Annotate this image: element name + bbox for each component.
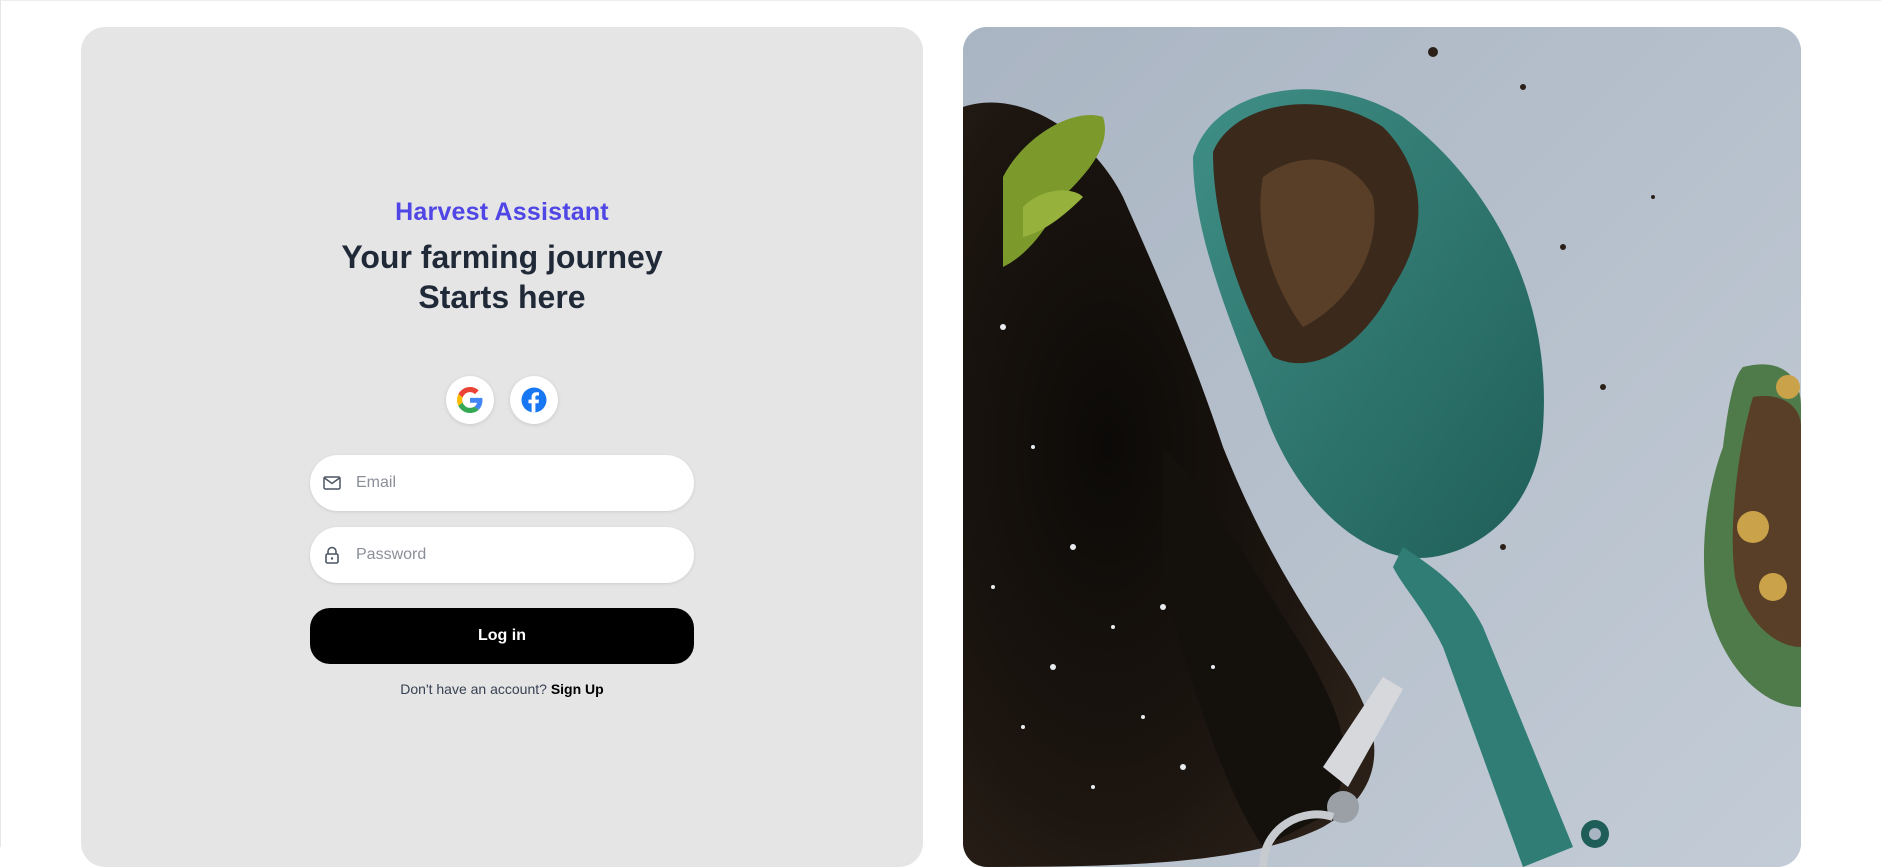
- signup-prompt-text: Don't have an account?: [400, 681, 547, 697]
- facebook-login-button[interactable]: [510, 376, 558, 424]
- password-input[interactable]: [354, 545, 658, 565]
- hero-image: [963, 27, 1801, 867]
- garden-trowel-photo: [963, 27, 1801, 867]
- brand-name: Harvest Assistant: [395, 198, 609, 226]
- mail-icon: [322, 473, 342, 493]
- signup-link[interactable]: Sign Up: [551, 681, 604, 697]
- headline-line-1: Your farming journey: [341, 239, 663, 275]
- facebook-icon: [521, 387, 547, 413]
- email-input[interactable]: [354, 473, 658, 493]
- lock-icon: [322, 545, 342, 565]
- social-login-row: [81, 376, 923, 424]
- top-divider: [0, 0, 1881, 1]
- login-button[interactable]: Log in: [310, 608, 694, 664]
- left-divider: [0, 0, 1, 847]
- headline: Your farming journey Starts here: [81, 237, 923, 317]
- google-login-button[interactable]: [446, 376, 494, 424]
- email-field[interactable]: [310, 455, 694, 511]
- signup-prompt: Don't have an account? Sign Up: [81, 681, 923, 697]
- headline-line-2: Starts here: [418, 279, 586, 315]
- password-field[interactable]: [310, 527, 694, 583]
- google-icon: [457, 387, 483, 413]
- login-panel: Harvest Assistant Your farming journey S…: [81, 27, 923, 867]
